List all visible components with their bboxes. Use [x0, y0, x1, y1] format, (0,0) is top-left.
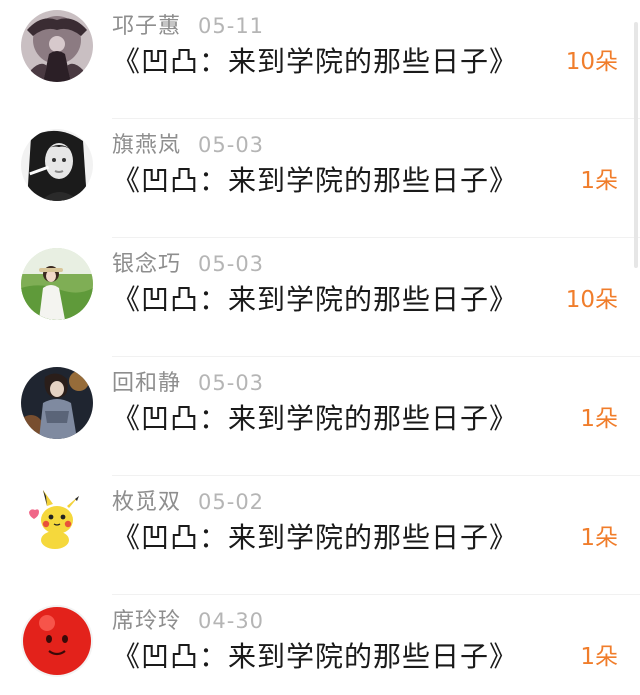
user-name[interactable]: 回和静 [112, 371, 181, 396]
item-meta: 回和静 05-03 [112, 369, 264, 397]
flower-count: 1朵 [580, 168, 618, 194]
user-name[interactable]: 席玲玲 [112, 609, 181, 634]
item-meta: 旗燕岚 05-03 [112, 131, 264, 159]
grayscale-portrait-avatar[interactable] [21, 129, 93, 201]
pikachu-avatar[interactable] [21, 486, 93, 558]
red-ball-avatar[interactable] [21, 605, 93, 677]
item-date: 04-30 [198, 609, 265, 633]
item-meta: 席玲玲 04-30 [112, 607, 264, 635]
user-name[interactable]: 枚觅双 [112, 490, 181, 515]
item-date: 05-02 [198, 490, 265, 514]
item-date: 05-03 [198, 133, 265, 157]
list-item[interactable]: 席玲玲 04-30 《凹凸：来到学院的那些日子》 1朵 [0, 595, 640, 695]
item-title[interactable]: 《凹凸：来到学院的那些日子》 [112, 518, 518, 558]
list-item[interactable]: 旗燕岚 05-03 《凹凸：来到学院的那些日子》 1朵 [0, 119, 640, 238]
user-name[interactable]: 银念巧 [112, 252, 181, 277]
item-date: 05-03 [198, 252, 265, 276]
flower-count: 1朵 [580, 406, 618, 432]
user-name[interactable]: 邛子蕙 [112, 14, 181, 39]
list-item[interactable]: 银念巧 05-03 《凹凸：来到学院的那些日子》 10朵 [0, 238, 640, 357]
field-girl-avatar[interactable] [21, 248, 93, 320]
list-item[interactable]: 邛子蕙 05-11 《凹凸：来到学院的那些日子》 10朵 [0, 0, 640, 119]
item-date: 05-11 [198, 14, 265, 38]
flower-count: 1朵 [580, 525, 618, 551]
user-name[interactable]: 旗燕岚 [112, 133, 181, 158]
item-date: 05-03 [198, 371, 265, 395]
list-item[interactable]: 枚觅双 05-02 《凹凸：来到学院的那些日子》 1朵 [0, 476, 640, 595]
flower-count: 10朵 [565, 49, 618, 75]
item-meta: 银念巧 05-03 [112, 250, 264, 278]
item-title[interactable]: 《凹凸：来到学院的那些日子》 [112, 161, 518, 201]
item-meta: 邛子蕙 05-11 [112, 12, 264, 40]
dark-figure-avatar[interactable] [21, 10, 93, 82]
scrollbar[interactable] [634, 22, 638, 268]
item-title[interactable]: 《凹凸：来到学院的那些日子》 [112, 399, 518, 439]
gift-list: 邛子蕙 05-11 《凹凸：来到学院的那些日子》 10朵 旗燕岚 05-03 《凹凸… [0, 0, 640, 695]
night-figure-avatar[interactable] [21, 367, 93, 439]
item-meta: 枚觅双 05-02 [112, 488, 264, 516]
flower-count: 10朵 [565, 287, 618, 313]
list-item[interactable]: 回和静 05-03 《凹凸：来到学院的那些日子》 1朵 [0, 357, 640, 476]
item-title[interactable]: 《凹凸：来到学院的那些日子》 [112, 280, 518, 320]
item-title[interactable]: 《凹凸：来到学院的那些日子》 [112, 637, 518, 677]
item-title[interactable]: 《凹凸：来到学院的那些日子》 [112, 42, 518, 82]
flower-count: 1朵 [580, 644, 618, 670]
